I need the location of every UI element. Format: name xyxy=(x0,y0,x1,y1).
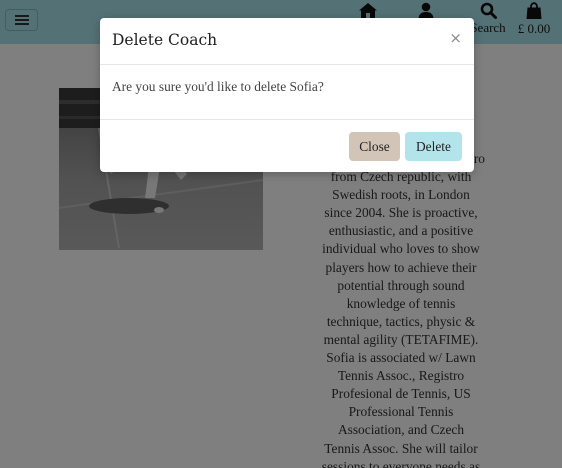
delete-button[interactable]: Delete xyxy=(405,132,462,161)
modal-footer: Close Delete xyxy=(100,120,474,172)
close-icon[interactable]: × xyxy=(449,29,462,47)
delete-coach-modal: Delete Coach × Are you sure you'd like t… xyxy=(100,18,474,172)
close-button[interactable]: Close xyxy=(349,132,400,161)
confirmation-message: Are you sure you'd like to delete Sofia? xyxy=(112,79,324,94)
modal-body: Are you sure you'd like to delete Sofia? xyxy=(100,65,474,120)
modal-header: Delete Coach × xyxy=(100,18,474,65)
modal-title: Delete Coach xyxy=(112,31,218,49)
